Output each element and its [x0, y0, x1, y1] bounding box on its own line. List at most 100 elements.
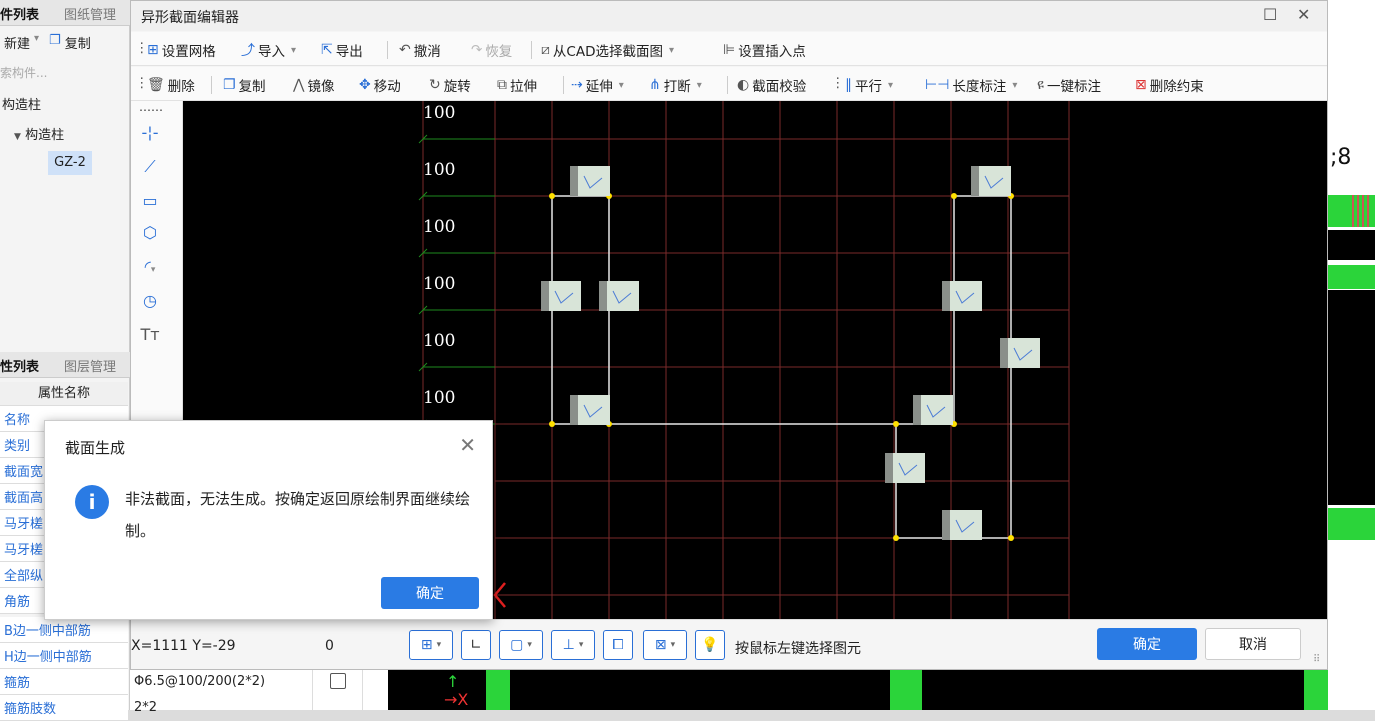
- length-dim-button[interactable]: ⊢⊣ 长度标注 ▾: [925, 75, 1017, 95]
- ok-button[interactable]: 确定: [1097, 628, 1197, 660]
- dialog-ok-button[interactable]: 确定: [381, 577, 479, 609]
- copy-label: 复制: [238, 79, 266, 95]
- delete-button[interactable]: 🗑 删除: [147, 75, 195, 95]
- dimension-toggle-button[interactable]: ⊥ ▾: [551, 630, 595, 660]
- constraint-toggle-button[interactable]: ⊠ ▾: [643, 630, 687, 660]
- divider: [312, 670, 313, 710]
- tab-layer-manager[interactable]: 图层管理: [64, 356, 116, 375]
- table-row[interactable]: 箍筋: [0, 669, 128, 695]
- cad-icon: ⧄: [541, 42, 550, 58]
- tab-drawing-manager[interactable]: 图纸管理: [64, 4, 116, 23]
- copy-icon: ❐: [223, 77, 236, 93]
- table-row[interactable]: B边一侧中部筋: [0, 617, 128, 643]
- constraint-icon: ⊠: [654, 637, 667, 653]
- redo-label: 恢复: [485, 44, 513, 60]
- copy-button[interactable]: ❐ 复制: [223, 75, 266, 95]
- new-button[interactable]: 新建: [4, 33, 30, 52]
- coordinate-readout: X=1111 Y=-29: [131, 638, 236, 654]
- cad-select-button[interactable]: ⧄ 从CAD选择截面图 ▾: [541, 40, 674, 60]
- resize-grip-icon[interactable]: ⠿: [1313, 654, 1320, 665]
- mirror-button[interactable]: ⋀ 镜像: [293, 75, 334, 95]
- tree-node[interactable]: ▼ 构造柱: [14, 124, 64, 143]
- parallel-label: 平行: [855, 79, 882, 95]
- red-hatch: [1352, 195, 1372, 227]
- green-column: [1304, 670, 1328, 710]
- tab-component-list[interactable]: 件列表: [0, 4, 39, 23]
- copy-button[interactable]: 复制: [65, 33, 91, 52]
- parallel-button[interactable]: ∥ 平行 ▾: [845, 75, 893, 95]
- tab-property-list[interactable]: 性列表: [0, 356, 39, 375]
- delete-constraint-label: 删除约束: [1149, 79, 1204, 95]
- dimension-label: 100: [423, 103, 455, 123]
- length-dim-label: 长度标注: [952, 79, 1007, 95]
- toolbar-main: ⋮ ⊞ 设置网格 ⤴ 导入 ▾ ⇱ 导出 ↶ 撤消 ↷ 恢复 ⧄ 从CAD选择截面图 ▾ ⊫ 设置…: [131, 32, 1327, 66]
- axis-y-arrow-icon: ↑: [446, 672, 460, 691]
- stirrup-value[interactable]: Φ6.5@100/200(2*2): [134, 674, 265, 689]
- chevron-down-icon: ▾: [888, 79, 894, 91]
- move-button[interactable]: ✥ 移动: [359, 75, 401, 95]
- section-generate-dialog: 截面生成 ✕ i 非法截面，无法生成。按确定返回原绘制界面继续绘制。 确定: [44, 420, 493, 620]
- stretch-label: 拉伸: [510, 79, 537, 95]
- dotted-line-icon[interactable]: ⋯⋯: [139, 103, 163, 125]
- search-input[interactable]: 索构件...: [0, 64, 47, 81]
- line-icon[interactable]: ⟋: [139, 157, 161, 179]
- snap-button[interactable]: ▢ ▾: [499, 630, 543, 660]
- constraint-markers: [541, 166, 1040, 540]
- cad-select-label: 从CAD选择截面图: [552, 44, 663, 60]
- break-button[interactable]: ⋔ 打断 ▾: [649, 75, 702, 95]
- move-icon: ✥: [359, 77, 371, 93]
- circle-icon[interactable]: ◷: [139, 291, 161, 313]
- stretch-button[interactable]: ⧉ 拉伸: [497, 75, 537, 95]
- delete-constraint-button[interactable]: ⊠ 删除约束: [1135, 75, 1204, 95]
- export-label: 导出: [335, 44, 363, 60]
- insert-point-label: 设置插入点: [738, 44, 806, 60]
- insert-point-button[interactable]: ⊫ 设置插入点: [723, 40, 806, 60]
- cancel-button[interactable]: 取消: [1205, 628, 1301, 660]
- tree-root[interactable]: 构造柱: [2, 94, 41, 113]
- black-strip: [1328, 230, 1375, 260]
- trash-icon: 🗑: [147, 77, 165, 93]
- stretch-icon: ⧉: [497, 77, 507, 93]
- text-icon[interactable]: Tт: [139, 325, 161, 347]
- import-button[interactable]: ⤴ 导入 ▾: [241, 40, 296, 60]
- close-icon[interactable]: ✕: [1297, 5, 1310, 24]
- separator: [211, 76, 212, 94]
- dimension-toggle-icon: ⊥: [562, 637, 575, 653]
- ortho-button[interactable]: ∟: [461, 630, 491, 660]
- tree-node-label: 构造柱: [25, 128, 65, 143]
- extend-button[interactable]: ⇢ 延伸 ▾: [571, 75, 624, 95]
- move-label: 移动: [373, 79, 401, 95]
- grid-toggle-button[interactable]: ⊞ ▾: [409, 630, 453, 660]
- info-icon: i: [75, 485, 109, 519]
- status-hint: 按鼠标左键选择图元: [735, 641, 861, 657]
- undo-icon: ↶: [399, 42, 411, 58]
- section-check-button[interactable]: ◐ 截面校验: [737, 75, 806, 95]
- snap-icon: ▢: [510, 637, 524, 653]
- lightbulb-icon: 💡: [701, 637, 719, 653]
- chevron-down-icon: ▾: [670, 640, 676, 650]
- rotate-button[interactable]: ↻ 旋转: [429, 75, 471, 95]
- checkbox[interactable]: [330, 673, 346, 689]
- export-button[interactable]: ⇱ 导出: [321, 40, 363, 60]
- chevron-down-icon[interactable]: ▾: [34, 33, 39, 52]
- close-icon[interactable]: ✕: [459, 433, 476, 457]
- rectangle-icon[interactable]: ▭: [139, 191, 161, 213]
- point-icon[interactable]: -¦-: [139, 123, 161, 145]
- layer-button[interactable]: ⧠: [603, 630, 633, 660]
- legs-value[interactable]: 2*2: [134, 700, 157, 715]
- undo-button[interactable]: ↶ 撤消: [399, 40, 441, 60]
- chevron-down-icon: ▾: [527, 640, 532, 650]
- arc-icon[interactable]: ◜▾: [139, 257, 161, 279]
- redo-button[interactable]: ↷ 恢复: [471, 40, 512, 60]
- table-row[interactable]: H边一侧中部筋: [0, 643, 128, 669]
- chevron-down-icon: ▾: [696, 79, 702, 91]
- tips-button[interactable]: 💡: [695, 630, 725, 660]
- tree-leaf-gz2[interactable]: GZ-2: [48, 151, 92, 175]
- maximize-icon[interactable]: ☐: [1263, 5, 1277, 24]
- auto-dim-button[interactable]: ዩ 一键标注: [1037, 75, 1101, 95]
- set-grid-button[interactable]: ⊞ 设置网格: [147, 40, 216, 60]
- insert-point-icon: ⊫: [723, 42, 736, 58]
- table-row[interactable]: 箍筋肢数: [0, 695, 128, 721]
- polygon-icon[interactable]: ⬡: [139, 223, 161, 245]
- status-bar: X=1111 Y=-29 0 ⊞ ▾ ∟ ▢ ▾ ⊥ ▾ ⧠ ⊠ ▾ 💡 按鼠标左键选择…: [131, 619, 1327, 669]
